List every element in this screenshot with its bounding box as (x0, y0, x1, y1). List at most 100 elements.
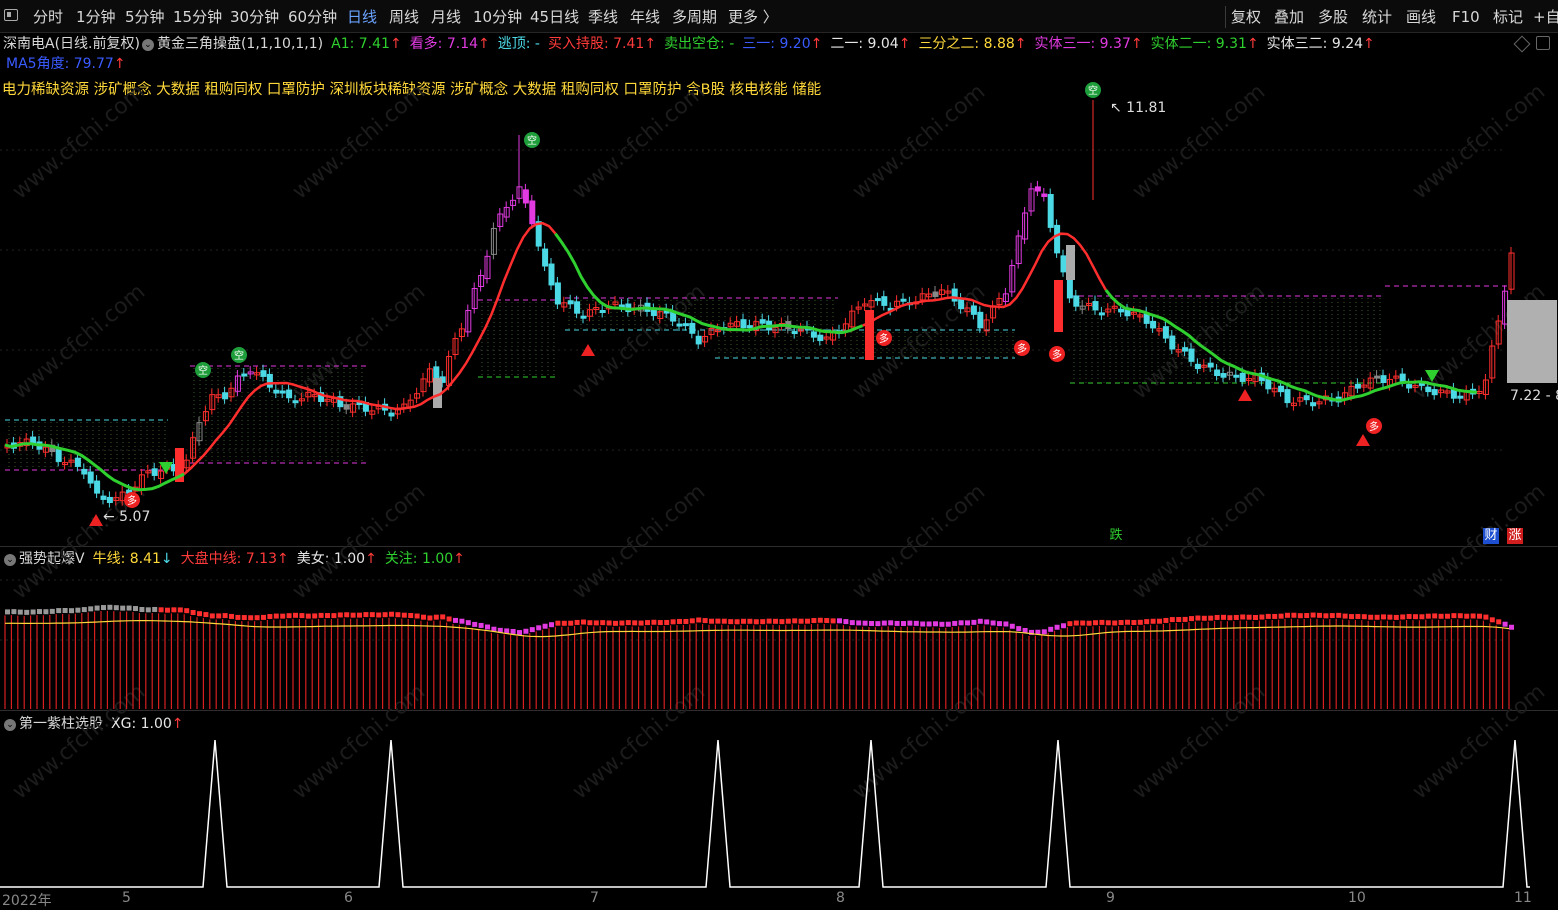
panel2-mark (177, 607, 183, 613)
watermark-text: www.cfchi.com (288, 79, 430, 204)
panel2-mark (587, 620, 593, 626)
watermark-text: www.cfchi.com (8, 279, 150, 404)
candle-body (279, 390, 286, 394)
panel2-mark (1118, 620, 1124, 626)
panel2-mark (1009, 623, 1015, 629)
panel2-mark (817, 617, 823, 623)
high-price-label: ↖ 11.81 (1110, 100, 1166, 116)
panel2-mark (344, 612, 350, 618)
panel2-mark (1054, 624, 1060, 630)
candle-body (1041, 193, 1048, 198)
event-drop-badge[interactable]: 跌 (1108, 528, 1124, 544)
panel2-mark (11, 609, 17, 615)
moving-average (4, 221, 1478, 492)
panel2-mark (1253, 614, 1258, 620)
candle-body (343, 404, 350, 410)
panel2-mark (440, 614, 446, 620)
panel2-mark (1483, 614, 1489, 620)
candle-body (260, 370, 267, 377)
panel2-mark (101, 605, 106, 611)
candle-body (522, 189, 529, 204)
panel2-mark (1381, 614, 1386, 620)
panel2-mark (1144, 619, 1150, 625)
candle-body (1265, 378, 1272, 390)
panel2-mark (939, 621, 945, 627)
panel2-mark (241, 615, 247, 621)
event-finance-badge[interactable]: 财 (1483, 528, 1499, 544)
panel2-mark (1195, 615, 1201, 621)
candle-body (951, 288, 958, 302)
watermark-text: www.cfchi.com (848, 79, 990, 204)
panel2-mark (1425, 613, 1431, 619)
panel2-mark (1201, 615, 1207, 621)
panel2-mark (267, 614, 273, 620)
panel2-mark (1374, 614, 1380, 620)
signal-long-badge-text: 多 (1052, 348, 1062, 361)
candle-body (548, 263, 555, 286)
panel2-mark (945, 621, 951, 627)
panel2-mark (43, 609, 49, 615)
panel2-mark (1451, 613, 1457, 619)
panel2-mark (798, 618, 804, 624)
candle-body (1047, 194, 1054, 228)
watermark-text: www.cfchi.com (568, 79, 710, 204)
watermark-text: www.cfchi.com (1408, 679, 1550, 804)
watermark-text: www.cfchi.com (1128, 279, 1270, 404)
panel2-mark (1291, 612, 1297, 618)
signal-long-badge-text: 多 (1369, 420, 1379, 433)
panel2-mark (1259, 614, 1265, 620)
candle-body (695, 335, 702, 345)
panel2-mark (139, 607, 145, 613)
watermark-text: www.cfchi.com (1128, 479, 1270, 604)
candle-body (958, 298, 965, 310)
panel2-mark (94, 605, 100, 611)
candle-body (977, 311, 984, 329)
panel2-mark (1368, 614, 1374, 620)
panel2-mark (1150, 618, 1156, 624)
panel2-mark (107, 604, 113, 610)
panel2-mark (1182, 616, 1188, 622)
panel2-mark (427, 615, 433, 621)
panel2-mark (197, 611, 202, 617)
event-rise-badge[interactable]: 涨 (1507, 528, 1523, 544)
candle-body (1399, 373, 1406, 383)
panel2-mark (30, 609, 36, 615)
x-axis-label: 7 (590, 890, 599, 906)
panel2-mark (504, 628, 510, 634)
candle-body (1092, 301, 1099, 311)
watermark-text: www.cfchi.com (1408, 79, 1550, 204)
panel2-mark (350, 612, 356, 618)
panel2-mark (293, 612, 298, 618)
candle-body (1380, 375, 1387, 384)
panel2-mark (75, 607, 81, 613)
panel2-mark (1041, 629, 1047, 635)
signal-empty-badge-text: 空 (198, 364, 208, 377)
panel2-mark (619, 620, 625, 626)
panel2-mark (632, 620, 638, 626)
panel2-mark (1336, 612, 1342, 618)
panel2-mark (459, 618, 465, 624)
signal-long-badge-text: 多 (879, 332, 889, 345)
panel2-mark (811, 618, 817, 624)
panel2-mark (1310, 612, 1316, 618)
candle-body (1278, 385, 1285, 393)
panel2-mark (837, 618, 842, 624)
panel2-mark (1067, 621, 1073, 627)
panel2-mark (49, 608, 55, 614)
panel2-mark (88, 606, 94, 612)
panel2-mark (849, 620, 855, 626)
panel2-mark (318, 612, 324, 618)
panel2-mark (702, 618, 708, 624)
candle-body (55, 449, 62, 462)
panel2-mark (715, 618, 721, 624)
panel2-mark (613, 620, 618, 626)
watermark-text: www.cfchi.com (1408, 479, 1550, 604)
panel2-mark (907, 620, 913, 626)
panel2-mark (1419, 614, 1425, 620)
panel2-mark (510, 628, 516, 634)
panel2-mark (984, 619, 990, 625)
panel2-mark (542, 623, 548, 629)
candle-body (746, 325, 753, 329)
kline-chart[interactable]: www.cfchi.com www.cfchi.com www.cfchi.com w… (0, 0, 1558, 907)
panel2-mark (1240, 614, 1246, 620)
